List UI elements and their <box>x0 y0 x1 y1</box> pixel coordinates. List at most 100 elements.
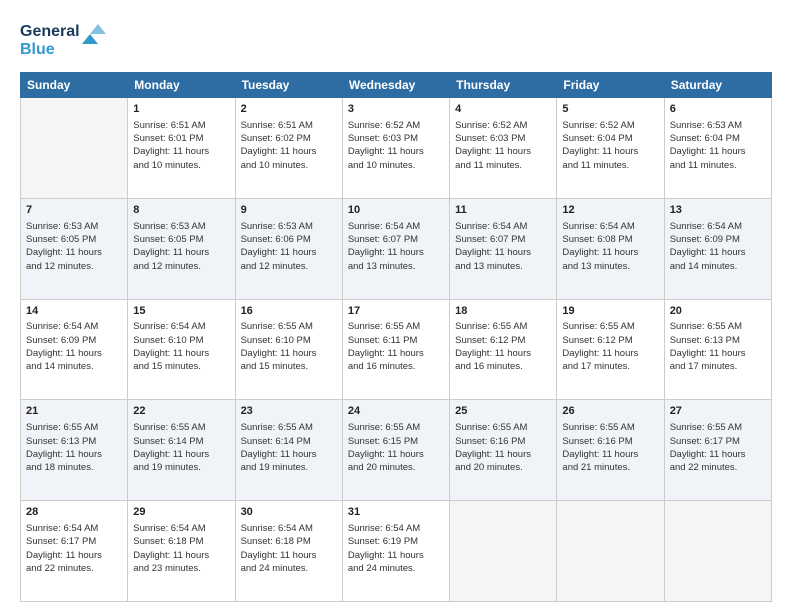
day-info: Sunrise: 6:55 AMSunset: 6:16 PMDaylight:… <box>562 421 658 474</box>
day-number: 27 <box>670 404 766 419</box>
logo: General Blue <box>20 16 110 62</box>
day-number: 14 <box>26 304 122 319</box>
calendar-cell: 15Sunrise: 6:54 AMSunset: 6:10 PMDayligh… <box>128 299 235 400</box>
day-number: 5 <box>562 102 658 117</box>
calendar-cell: 1 Sunrise: 6:51 AMSunset: 6:01 PMDaylight… <box>128 98 235 199</box>
day-info: Sunrise: 6:54 AMSunset: 6:10 PMDaylight:… <box>133 320 229 373</box>
calendar-cell: 14Sunrise: 6:54 AMSunset: 6:09 PMDayligh… <box>21 299 128 400</box>
day-number: 28 <box>26 505 122 520</box>
day-number: 4 <box>455 102 551 117</box>
day-number: 16 <box>241 304 337 319</box>
day-info: Sunrise: 6:55 AMSunset: 6:12 PMDaylight:… <box>562 320 658 373</box>
header-saturday: Saturday <box>664 73 771 98</box>
calendar-cell: 10Sunrise: 6:54 AMSunset: 6:07 PMDayligh… <box>342 198 449 299</box>
day-info: Sunrise: 6:55 AMSunset: 6:17 PMDaylight:… <box>670 421 766 474</box>
calendar-week-row: 7 Sunrise: 6:53 AMSunset: 6:05 PMDaylight… <box>21 198 772 299</box>
day-number: 19 <box>562 304 658 319</box>
day-number: 13 <box>670 203 766 218</box>
calendar-cell: 19Sunrise: 6:55 AMSunset: 6:12 PMDayligh… <box>557 299 664 400</box>
header-thursday: Thursday <box>450 73 557 98</box>
day-number: 22 <box>133 404 229 419</box>
day-info: Sunrise: 6:54 AMSunset: 6:19 PMDaylight:… <box>348 522 444 575</box>
day-info: Sunrise: 6:55 AMSunset: 6:13 PMDaylight:… <box>670 320 766 373</box>
day-info: Sunrise: 6:53 AMSunset: 6:06 PMDaylight:… <box>241 220 337 273</box>
calendar-cell <box>557 501 664 602</box>
day-number: 1 <box>133 102 229 117</box>
calendar-cell: 4 Sunrise: 6:52 AMSunset: 6:03 PMDaylight… <box>450 98 557 199</box>
calendar-cell: 23 Sunrise: 6:55 AMSunset: 6:14 PMDayligh… <box>235 400 342 501</box>
calendar-cell: 6 Sunrise: 6:53 AMSunset: 6:04 PMDaylight… <box>664 98 771 199</box>
day-info: Sunrise: 6:54 AMSunset: 6:07 PMDaylight:… <box>455 220 551 273</box>
day-number: 8 <box>133 203 229 218</box>
calendar-cell: 30 Sunrise: 6:54 AMSunset: 6:18 PMDayligh… <box>235 501 342 602</box>
calendar-cell <box>664 501 771 602</box>
day-info: Sunrise: 6:54 AMSunset: 6:18 PMDaylight:… <box>133 522 229 575</box>
calendar-cell: 2 Sunrise: 6:51 AMSunset: 6:02 PMDaylight… <box>235 98 342 199</box>
day-number: 18 <box>455 304 551 319</box>
calendar-week-row: 1 Sunrise: 6:51 AMSunset: 6:01 PMDaylight… <box>21 98 772 199</box>
calendar-cell: 9Sunrise: 6:53 AMSunset: 6:06 PMDaylight… <box>235 198 342 299</box>
calendar-cell: 24 Sunrise: 6:55 AMSunset: 6:15 PMDayligh… <box>342 400 449 501</box>
day-number: 23 <box>241 404 337 419</box>
calendar-cell: 3 Sunrise: 6:52 AMSunset: 6:03 PMDaylight… <box>342 98 449 199</box>
day-number: 12 <box>562 203 658 218</box>
day-number: 6 <box>670 102 766 117</box>
header-tuesday: Tuesday <box>235 73 342 98</box>
day-info: Sunrise: 6:51 AMSunset: 6:02 PMDaylight:… <box>241 119 337 172</box>
calendar-cell: 11 Sunrise: 6:54 AMSunset: 6:07 PMDayligh… <box>450 198 557 299</box>
day-number: 7 <box>26 203 122 218</box>
header-friday: Friday <box>557 73 664 98</box>
day-number: 26 <box>562 404 658 419</box>
day-info: Sunrise: 6:53 AMSunset: 6:04 PMDaylight:… <box>670 119 766 172</box>
day-info: Sunrise: 6:52 AMSunset: 6:03 PMDaylight:… <box>348 119 444 172</box>
day-number: 15 <box>133 304 229 319</box>
header: General Blue <box>20 16 772 62</box>
day-info: Sunrise: 6:54 AMSunset: 6:09 PMDaylight:… <box>670 220 766 273</box>
calendar-cell: 20Sunrise: 6:55 AMSunset: 6:13 PMDayligh… <box>664 299 771 400</box>
day-info: Sunrise: 6:55 AMSunset: 6:13 PMDaylight:… <box>26 421 122 474</box>
day-number: 21 <box>26 404 122 419</box>
calendar-cell: 8 Sunrise: 6:53 AMSunset: 6:05 PMDaylight… <box>128 198 235 299</box>
calendar-cell <box>450 501 557 602</box>
logo-icon: General Blue <box>20 16 110 62</box>
calendar-cell: 29Sunrise: 6:54 AMSunset: 6:18 PMDayligh… <box>128 501 235 602</box>
calendar-week-row: 21 Sunrise: 6:55 AMSunset: 6:13 PMDayligh… <box>21 400 772 501</box>
calendar-cell: 31Sunrise: 6:54 AMSunset: 6:19 PMDayligh… <box>342 501 449 602</box>
calendar-cell: 21 Sunrise: 6:55 AMSunset: 6:13 PMDayligh… <box>21 400 128 501</box>
calendar-cell: 28 Sunrise: 6:54 AMSunset: 6:17 PMDayligh… <box>21 501 128 602</box>
day-info: Sunrise: 6:55 AMSunset: 6:14 PMDaylight:… <box>133 421 229 474</box>
day-number: 11 <box>455 203 551 218</box>
calendar-table: SundayMondayTuesdayWednesdayThursdayFrid… <box>20 72 772 602</box>
calendar-cell: 22 Sunrise: 6:55 AMSunset: 6:14 PMDayligh… <box>128 400 235 501</box>
calendar-cell: 18Sunrise: 6:55 AMSunset: 6:12 PMDayligh… <box>450 299 557 400</box>
day-number: 3 <box>348 102 444 117</box>
header-wednesday: Wednesday <box>342 73 449 98</box>
calendar-week-row: 14Sunrise: 6:54 AMSunset: 6:09 PMDayligh… <box>21 299 772 400</box>
day-info: Sunrise: 6:54 AMSunset: 6:17 PMDaylight:… <box>26 522 122 575</box>
day-info: Sunrise: 6:55 AMSunset: 6:15 PMDaylight:… <box>348 421 444 474</box>
calendar-cell <box>21 98 128 199</box>
day-info: Sunrise: 6:51 AMSunset: 6:01 PMDaylight:… <box>133 119 229 172</box>
day-info: Sunrise: 6:54 AMSunset: 6:18 PMDaylight:… <box>241 522 337 575</box>
day-info: Sunrise: 6:54 AMSunset: 6:08 PMDaylight:… <box>562 220 658 273</box>
calendar-cell: 13 Sunrise: 6:54 AMSunset: 6:09 PMDayligh… <box>664 198 771 299</box>
day-info: Sunrise: 6:52 AMSunset: 6:04 PMDaylight:… <box>562 119 658 172</box>
day-number: 2 <box>241 102 337 117</box>
day-info: Sunrise: 6:54 AMSunset: 6:09 PMDaylight:… <box>26 320 122 373</box>
page: General Blue SundayMondayTuesdayWednesda… <box>0 0 792 612</box>
day-number: 25 <box>455 404 551 419</box>
calendar-cell: 27 Sunrise: 6:55 AMSunset: 6:17 PMDayligh… <box>664 400 771 501</box>
day-number: 30 <box>241 505 337 520</box>
calendar-cell: 16Sunrise: 6:55 AMSunset: 6:10 PMDayligh… <box>235 299 342 400</box>
header-monday: Monday <box>128 73 235 98</box>
day-info: Sunrise: 6:55 AMSunset: 6:11 PMDaylight:… <box>348 320 444 373</box>
day-info: Sunrise: 6:53 AMSunset: 6:05 PMDaylight:… <box>133 220 229 273</box>
day-number: 20 <box>670 304 766 319</box>
day-info: Sunrise: 6:55 AMSunset: 6:14 PMDaylight:… <box>241 421 337 474</box>
calendar-header-row: SundayMondayTuesdayWednesdayThursdayFrid… <box>21 73 772 98</box>
day-number: 24 <box>348 404 444 419</box>
day-info: Sunrise: 6:52 AMSunset: 6:03 PMDaylight:… <box>455 119 551 172</box>
calendar-week-row: 28 Sunrise: 6:54 AMSunset: 6:17 PMDayligh… <box>21 501 772 602</box>
header-sunday: Sunday <box>21 73 128 98</box>
day-info: Sunrise: 6:55 AMSunset: 6:10 PMDaylight:… <box>241 320 337 373</box>
